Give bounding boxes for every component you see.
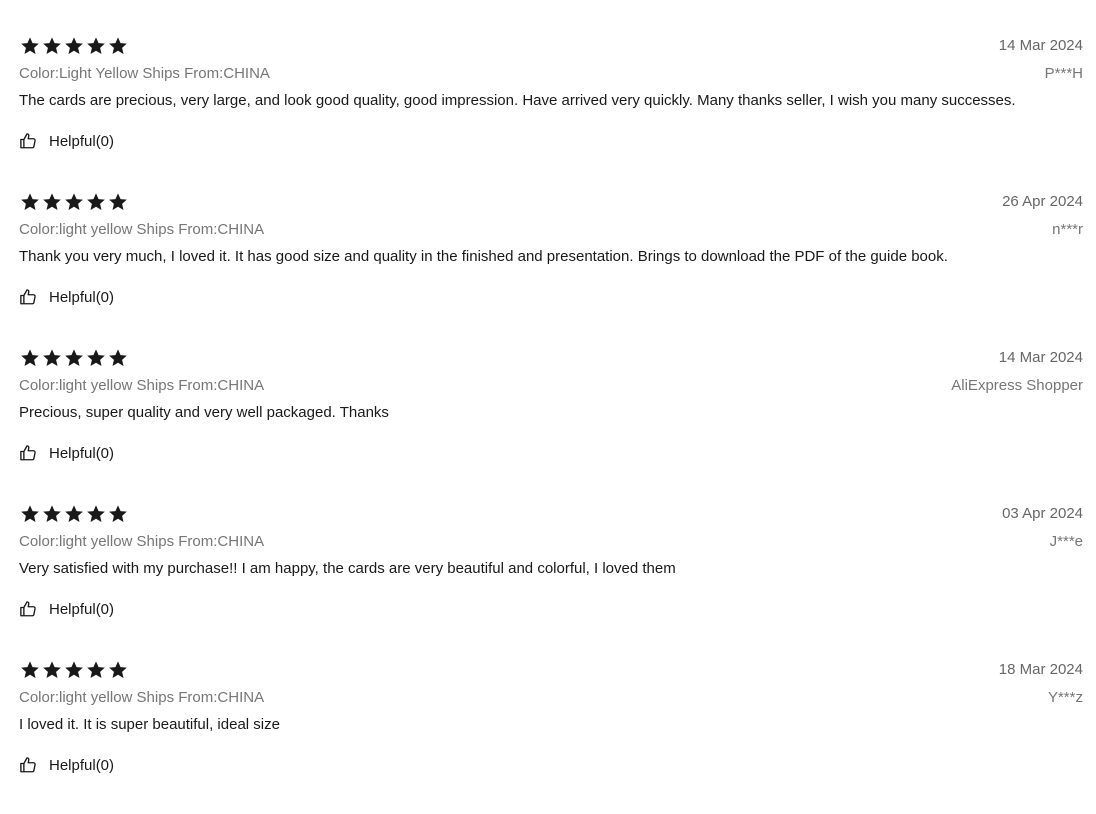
- review-sku-info: Color:Light Yellow Ships From:CHINA: [19, 64, 270, 82]
- helpful-button[interactable]: Helpful(0): [19, 132, 114, 150]
- review-meta: Color:Light Yellow Ships From:CHINA P***…: [19, 62, 1083, 84]
- review-meta: Color:light yellow Ships From:CHINA n***…: [19, 218, 1083, 240]
- star-icon: [87, 36, 105, 54]
- helpful-label: Helpful(0): [49, 600, 115, 618]
- review-date: 18 Mar 2024: [998, 661, 1083, 678]
- star-rating: [20, 192, 128, 212]
- star-icon: [87, 192, 105, 210]
- review-header: 14 Mar 2024: [19, 346, 1083, 369]
- star-icon: [21, 504, 39, 522]
- star-icon: [65, 348, 83, 366]
- review-header: 14 Mar 2024: [19, 34, 1083, 57]
- star-icon: [21, 348, 39, 366]
- helpful-label: Helpful(0): [49, 756, 115, 774]
- review-list: 14 Mar 2024 Color:Light Yellow Ships Fro…: [19, 34, 1083, 814]
- star-rating: [20, 36, 128, 56]
- reviewer-name: n***r: [1052, 220, 1083, 238]
- star-icon: [87, 504, 105, 522]
- thumbs-up-icon: [20, 601, 36, 617]
- star-icon: [65, 504, 83, 522]
- star-icon: [43, 660, 61, 678]
- review-content: The cards are precious, very large, and …: [19, 92, 1016, 109]
- helpful-label: Helpful(0): [49, 132, 115, 150]
- review-header: 03 Apr 2024: [19, 502, 1083, 525]
- helpful-button[interactable]: Helpful(0): [19, 756, 114, 774]
- thumbs-up-icon: [20, 133, 36, 149]
- star-icon: [109, 192, 127, 210]
- star-rating: [20, 348, 128, 368]
- star-icon: [109, 504, 127, 522]
- star-icon: [43, 504, 61, 522]
- review-date: 26 Apr 2024: [1002, 193, 1083, 210]
- review-meta: Color:light yellow Ships From:CHINA J***…: [19, 530, 1083, 552]
- review-header: 18 Mar 2024: [19, 658, 1083, 681]
- review-item: 26 Apr 2024 Color:light yellow Ships Fro…: [19, 190, 1083, 346]
- review-date: 03 Apr 2024: [1002, 505, 1083, 522]
- star-rating: [20, 660, 128, 680]
- review-meta: Color:light yellow Ships From:CHINA AliE…: [19, 374, 1083, 396]
- review-date: 14 Mar 2024: [998, 349, 1083, 366]
- star-icon: [21, 36, 39, 54]
- star-icon: [43, 36, 61, 54]
- star-icon: [21, 192, 39, 210]
- helpful-button[interactable]: Helpful(0): [19, 444, 114, 462]
- star-icon: [65, 36, 83, 54]
- thumbs-up-icon: [20, 289, 36, 305]
- helpful-label: Helpful(0): [49, 444, 115, 462]
- star-icon: [87, 660, 105, 678]
- star-icon: [43, 192, 61, 210]
- review-item: 14 Mar 2024 Color:Light Yellow Ships Fro…: [19, 34, 1083, 190]
- reviewer-name: AliExpress Shopper: [951, 376, 1083, 394]
- helpful-label: Helpful(0): [49, 288, 115, 306]
- reviewer-name: P***H: [1044, 64, 1083, 82]
- review-content: I loved it. It is super beautiful, ideal…: [19, 716, 280, 733]
- helpful-button[interactable]: Helpful(0): [19, 288, 114, 306]
- thumbs-up-icon: [20, 757, 36, 773]
- review-header: 26 Apr 2024: [19, 190, 1083, 213]
- helpful-button[interactable]: Helpful(0): [19, 600, 114, 618]
- review-sku-info: Color:light yellow Ships From:CHINA: [19, 688, 265, 706]
- review-sku-info: Color:light yellow Ships From:CHINA: [19, 532, 265, 550]
- review-item: 03 Apr 2024 Color:light yellow Ships Fro…: [19, 502, 1083, 658]
- star-icon: [109, 348, 127, 366]
- review-content: Precious, super quality and very well pa…: [19, 404, 389, 421]
- star-icon: [65, 192, 83, 210]
- review-content: Thank you very much, I loved it. It has …: [19, 248, 948, 265]
- star-icon: [21, 660, 39, 678]
- star-rating: [20, 504, 128, 524]
- review-content: Very satisfied with my purchase!! I am h…: [19, 560, 676, 577]
- star-icon: [87, 348, 105, 366]
- review-date: 14 Mar 2024: [998, 37, 1083, 54]
- review-meta: Color:light yellow Ships From:CHINA Y***…: [19, 686, 1083, 708]
- star-icon: [65, 660, 83, 678]
- star-icon: [109, 36, 127, 54]
- review-sku-info: Color:light yellow Ships From:CHINA: [19, 376, 265, 394]
- thumbs-up-icon: [20, 445, 36, 461]
- star-icon: [109, 660, 127, 678]
- review-item: 18 Mar 2024 Color:light yellow Ships Fro…: [19, 658, 1083, 814]
- reviewer-name: Y***z: [1047, 688, 1083, 706]
- review-sku-info: Color:light yellow Ships From:CHINA: [19, 220, 265, 238]
- reviewer-name: J***e: [1049, 532, 1083, 550]
- review-item: 14 Mar 2024 Color:light yellow Ships Fro…: [19, 346, 1083, 502]
- star-icon: [43, 348, 61, 366]
